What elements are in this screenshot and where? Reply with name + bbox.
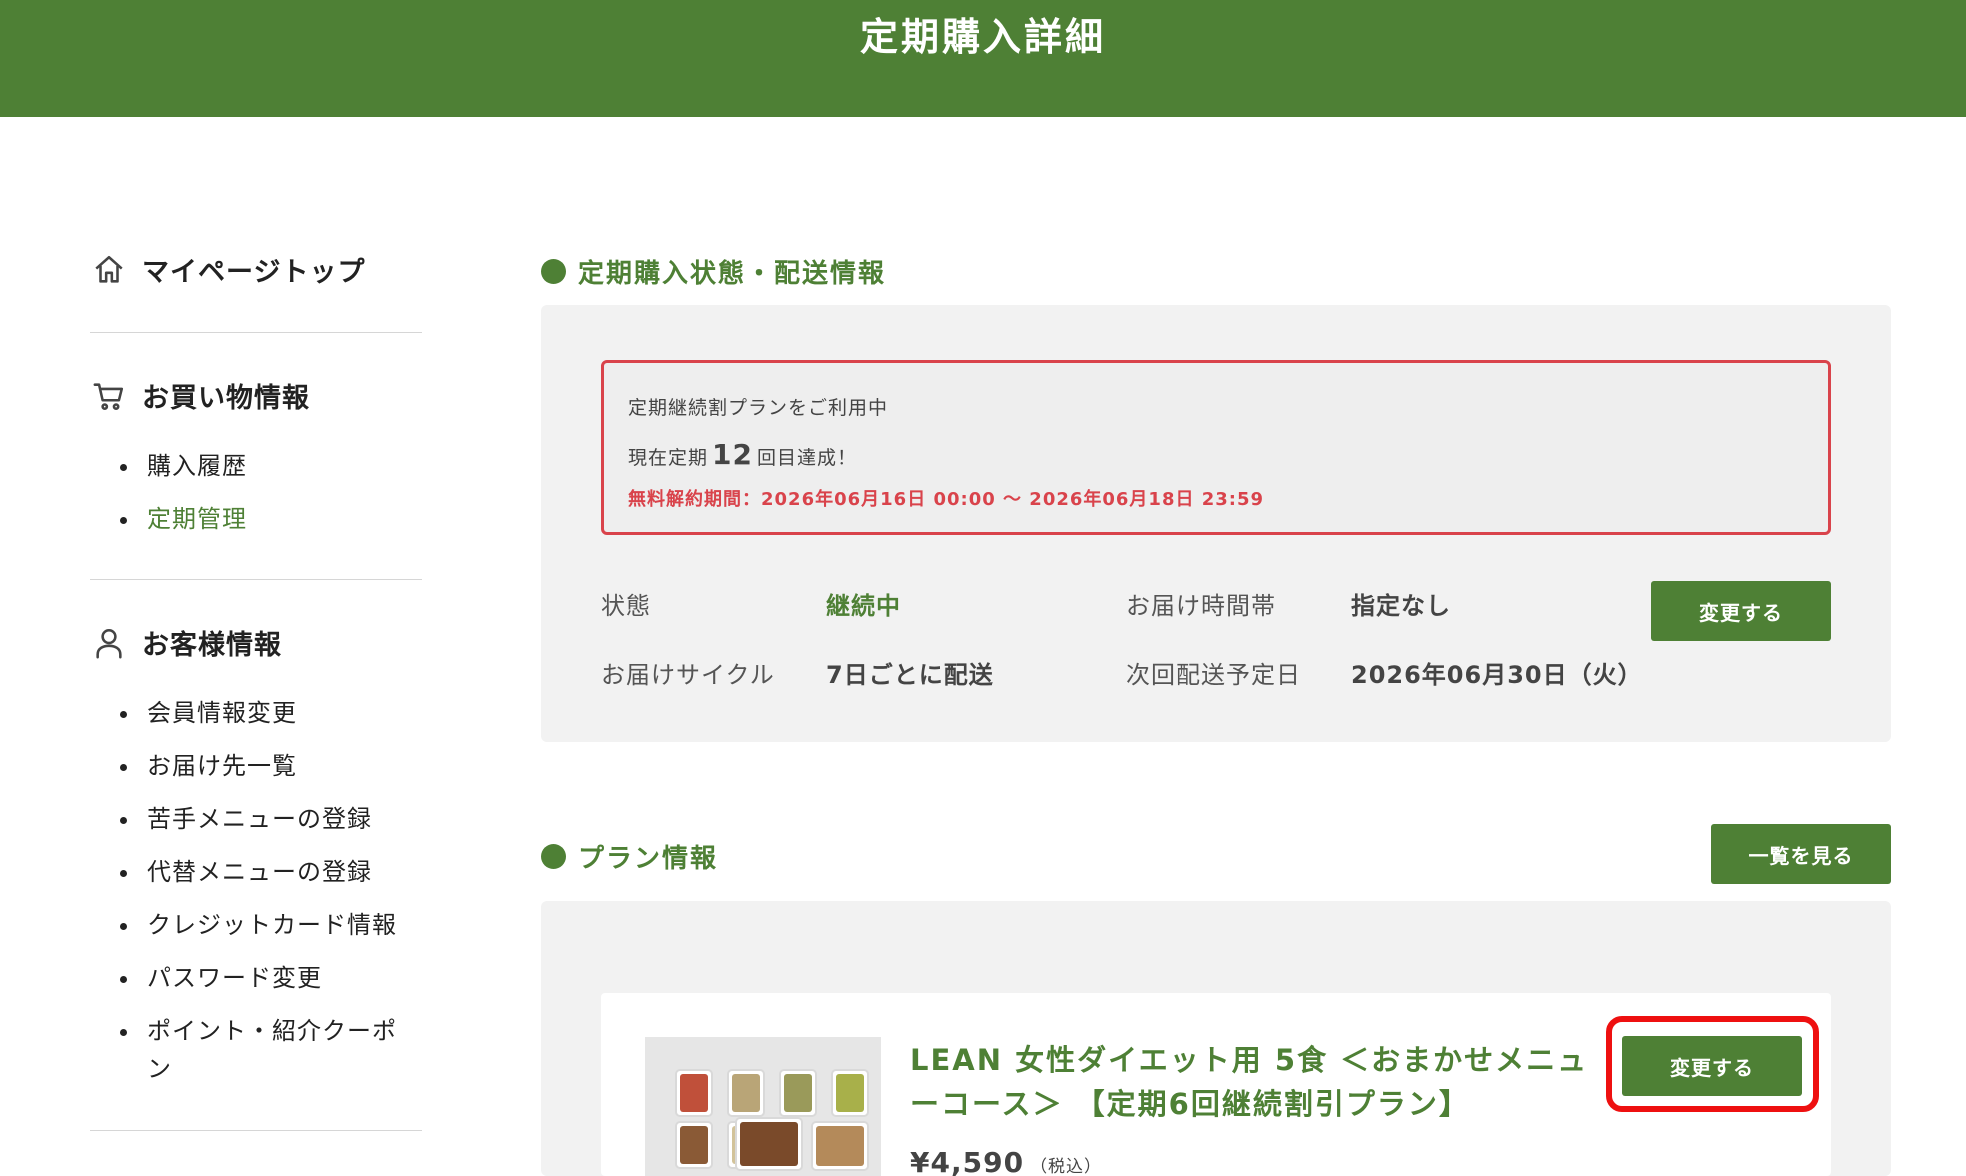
sidebar-item-member-info[interactable]: 会員情報変更 [118,694,418,747]
product-name[interactable]: LEAN 女性ダイエット用 5食 ＜おまかせメニューコース＞ 【定期6回継続割引… [910,1038,1600,1126]
tax-note: （税込） [1030,1157,1103,1176]
sidebar-item-points-coupon[interactable]: ポイント・紹介クーポン [118,1012,418,1088]
sidebar-item-subscription-management[interactable]: 定期管理 [118,500,247,553]
sidebar-item-delivery-addresses[interactable]: お届け先一覧 [118,747,418,800]
sidebar-shopping-list: 購入履歴 定期管理 [118,447,247,553]
page-title: 定期購入詳細 [859,15,1106,59]
view-all-plans-button[interactable]: 一覧を見る [1711,824,1891,884]
section-bullet-icon [541,259,566,284]
delivery-cycle-label: お届けサイクル [601,661,775,689]
cart-icon [90,377,128,415]
sidebar-customer-title: お客様情報 [142,630,282,661]
notice-plan-text: 定期継続割プランをご利用中 [628,397,889,419]
home-icon [90,251,128,289]
sidebar-customer-heading: お客様情報 [90,623,282,662]
plan-section-title: プラン情報 [541,838,718,875]
delivery-cycle-value: 7日ごとに配送 [826,661,994,689]
sidebar-divider [90,332,422,333]
sidebar-item-mypage-top[interactable]: マイページトップ [90,250,365,289]
status-label: 状態 [601,592,651,620]
change-plan-highlight-outline [1606,1016,1819,1112]
notice-count-text: 現在定期 12 回目達成！ [628,438,857,471]
plan-notice-box: 定期継続割プランをご利用中 現在定期 12 回目達成！ 無料解約期間：2026年… [601,360,1831,535]
delivery-time-label: お届け時間帯 [1126,592,1276,620]
sidebar-item-password[interactable]: パスワード変更 [118,959,418,1012]
page-header: 定期購入詳細 [0,0,1966,117]
status-value: 継続中 [826,592,901,620]
notice-cancel-period: 無料解約期間：2026年06月16日 00:00 〜 2026年06月18日 2… [628,489,1265,510]
next-delivery-value: 2026年06月30日（火） [1351,661,1643,689]
delivery-time-value: 指定なし [1351,592,1451,620]
sidebar-divider [90,1130,422,1131]
subscription-section-title: 定期購入状態・配送情報 [541,253,886,290]
sidebar-item-purchase-history[interactable]: 購入履歴 [118,447,247,500]
sidebar-customer-list: 会員情報変更 お届け先一覧 苦手メニューの登録 代替メニューの登録 クレジットカ… [118,694,418,1088]
product-price: ¥4,590 （税込） [910,1146,1103,1176]
user-icon [90,624,128,662]
sidebar-item-credit-card[interactable]: クレジットカード情報 [118,906,418,959]
product-image [645,1037,881,1176]
notice-count-number: 12 [712,438,753,471]
sidebar-mypage-label: マイページトップ [142,257,366,288]
sidebar-shopping-heading: お買い物情報 [90,376,310,415]
sidebar-item-substitute-menu[interactable]: 代替メニューの登録 [118,853,418,906]
sidebar-shopping-title: お買い物情報 [142,383,310,414]
next-delivery-label: 次回配送予定日 [1126,661,1301,689]
sidebar-item-disliked-menu[interactable]: 苦手メニューの登録 [118,800,418,853]
sidebar-divider [90,579,422,580]
section-bullet-icon [541,844,566,869]
change-delivery-button[interactable]: 変更する [1651,581,1831,641]
